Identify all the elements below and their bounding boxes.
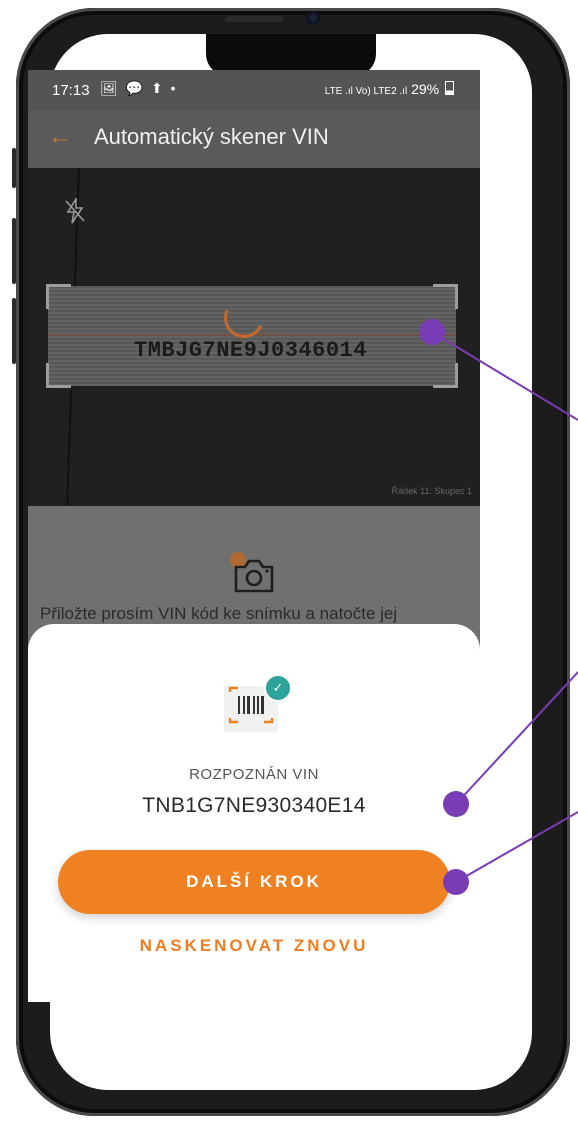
- loading-spinner-icon: [218, 292, 270, 344]
- battery-icon: [445, 81, 454, 95]
- app-bar: ← Automatický skener VIN: [28, 110, 480, 168]
- annotation-marker: [419, 319, 445, 345]
- status-bar: 17:13 🖼 💬 ⬆ • LTE .ıl Vo) LTE2 .ıl 29%: [28, 70, 480, 110]
- status-right: LTE .ıl Vo) LTE2 .ıl 29%: [325, 81, 454, 97]
- network-indicator: LTE .ıl Vo) LTE2 .ıl: [324, 86, 408, 97]
- camera-row-label: Řádek 11: Skupec 1: [391, 486, 472, 496]
- barcode-scan-icon: ✓: [222, 674, 292, 734]
- notification-icons: 🖼 💬 ⬆ •: [100, 80, 178, 96]
- recognized-vin-label: ROZPOZNÁN VIN: [189, 766, 319, 783]
- battery-percent: 29%: [411, 81, 440, 97]
- speaker: [225, 16, 283, 22]
- scan-frame: TMBJG7NE9J0346014: [46, 284, 458, 388]
- volume-up-button: [12, 218, 16, 284]
- result-sheet: ✓ ROZPOZNÁN VIN TNB1G7NE930340E14 DALŠÍ …: [28, 624, 480, 1002]
- check-icon: ✓: [264, 674, 292, 702]
- rescan-button[interactable]: NASKENOVAT ZNOVU: [28, 936, 480, 956]
- flash-off-icon[interactable]: [64, 196, 86, 230]
- camera-icon[interactable]: [232, 558, 276, 594]
- status-time: 17:13: [52, 82, 90, 99]
- scan-corner: [433, 284, 458, 309]
- app-screen: 17:13 🖼 💬 ⬆ • LTE .ıl Vo) LTE2 .ıl 29% ←…: [28, 70, 480, 1002]
- hint-text: Přiložte prosím VIN kód ke snímku a nato…: [40, 604, 398, 623]
- detected-vin-text: TMBJG7NE9J0346014: [134, 338, 367, 363]
- side-button: [12, 148, 16, 188]
- scan-corner: [46, 363, 71, 388]
- camera-viewfinder: TMBJG7NE9J0346014 Řádek 11: Skupec 1: [28, 168, 480, 506]
- arrow-left-icon[interactable]: ←: [48, 123, 72, 151]
- next-step-button[interactable]: DALŠÍ KROK: [58, 850, 450, 914]
- page-title: Automatický skener VIN: [94, 124, 329, 149]
- front-camera: [306, 11, 320, 25]
- annotation-marker: [443, 791, 469, 817]
- volume-down-button: [12, 298, 16, 364]
- scan-corner: [433, 363, 458, 388]
- recognized-vin-value: TNB1G7NE930340E14: [142, 794, 366, 817]
- scan-corner: [46, 284, 71, 309]
- annotation-marker: [443, 869, 469, 895]
